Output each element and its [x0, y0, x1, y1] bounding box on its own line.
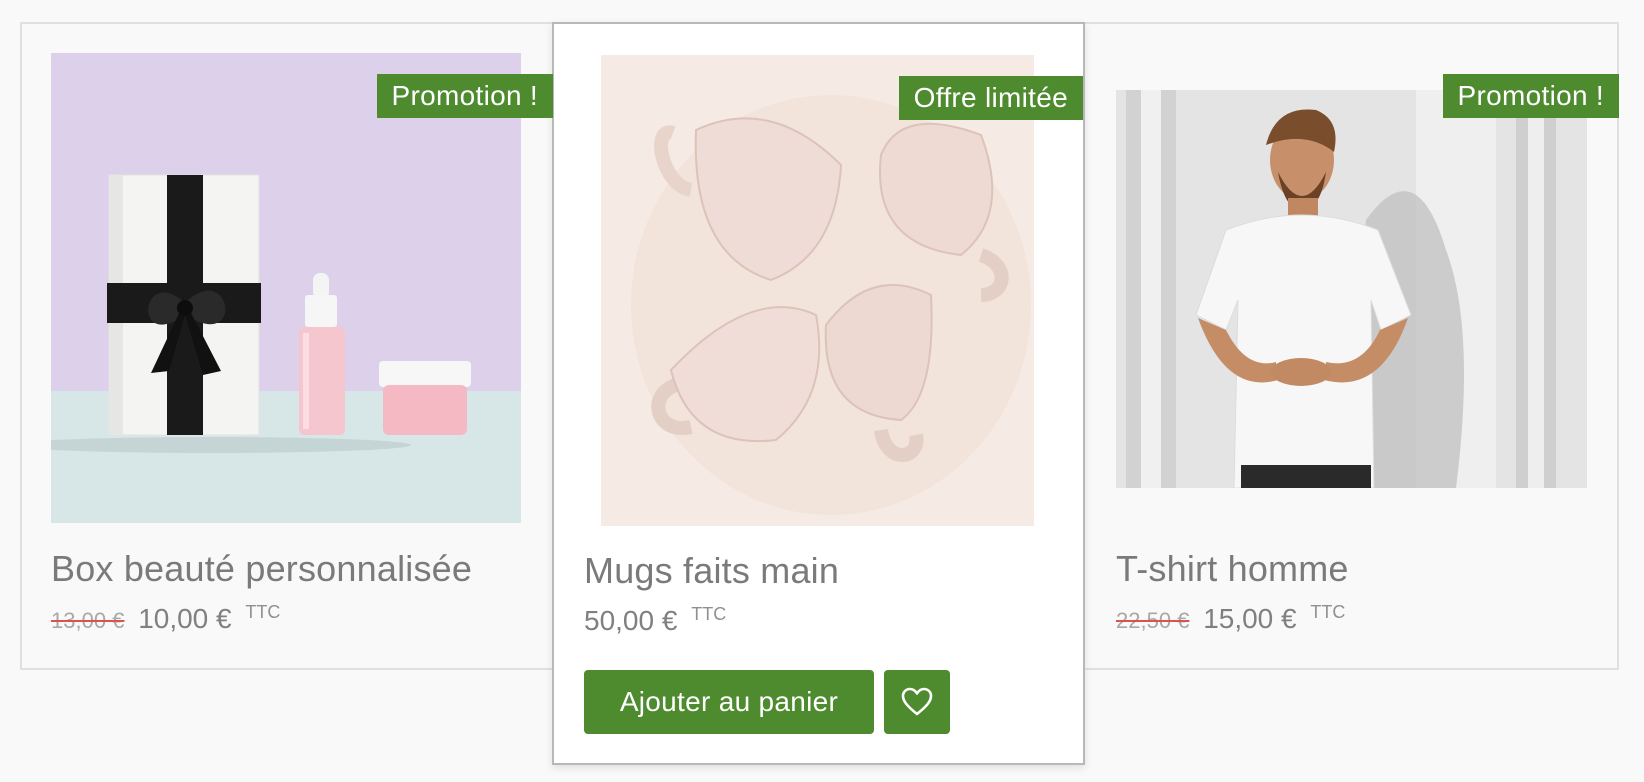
promotion-badge: Promotion !: [376, 74, 553, 118]
product-price: 22,50 € 15,00 € TTC: [1116, 602, 1345, 635]
old-price: 22,50 €: [1116, 608, 1190, 633]
product-image-beauty-box[interactable]: [51, 53, 521, 523]
tax-label: TTC: [691, 604, 727, 624]
current-price: 10,00 €: [138, 603, 232, 634]
tax-label: TTC: [245, 602, 281, 622]
product-title[interactable]: T-shirt homme: [1116, 548, 1349, 590]
product-title[interactable]: Box beauté personnalisée: [51, 548, 472, 590]
promotion-badge: Promotion !: [1442, 74, 1619, 118]
current-price: 50,00 €: [584, 605, 678, 636]
product-price: 13,00 € 10,00 € TTC: [51, 602, 280, 635]
current-price: 15,00 €: [1203, 603, 1297, 634]
tax-label: TTC: [1310, 602, 1346, 622]
product-price: 50,00 € TTC: [584, 604, 726, 637]
limited-offer-badge: Offre limitée: [898, 76, 1083, 120]
old-price: 13,00 €: [51, 608, 125, 633]
product-image-mugs[interactable]: [601, 55, 1034, 526]
product-card-beauty-box[interactable]: Promotion ! Box beauté personnalisée 13,…: [20, 22, 553, 670]
wishlist-button[interactable]: [884, 670, 950, 734]
product-image-tshirt[interactable]: [1116, 90, 1587, 488]
product-card-tshirt[interactable]: Promotion ! T-shirt homme 22,50 € 15,00 …: [1086, 22, 1619, 670]
add-to-cart-button[interactable]: Ajouter au panier: [584, 670, 874, 734]
product-card-mugs[interactable]: Offre limitée Mugs faits main 50,00 € TT…: [552, 22, 1085, 765]
product-title[interactable]: Mugs faits main: [584, 550, 839, 592]
heart-icon: [901, 687, 933, 717]
